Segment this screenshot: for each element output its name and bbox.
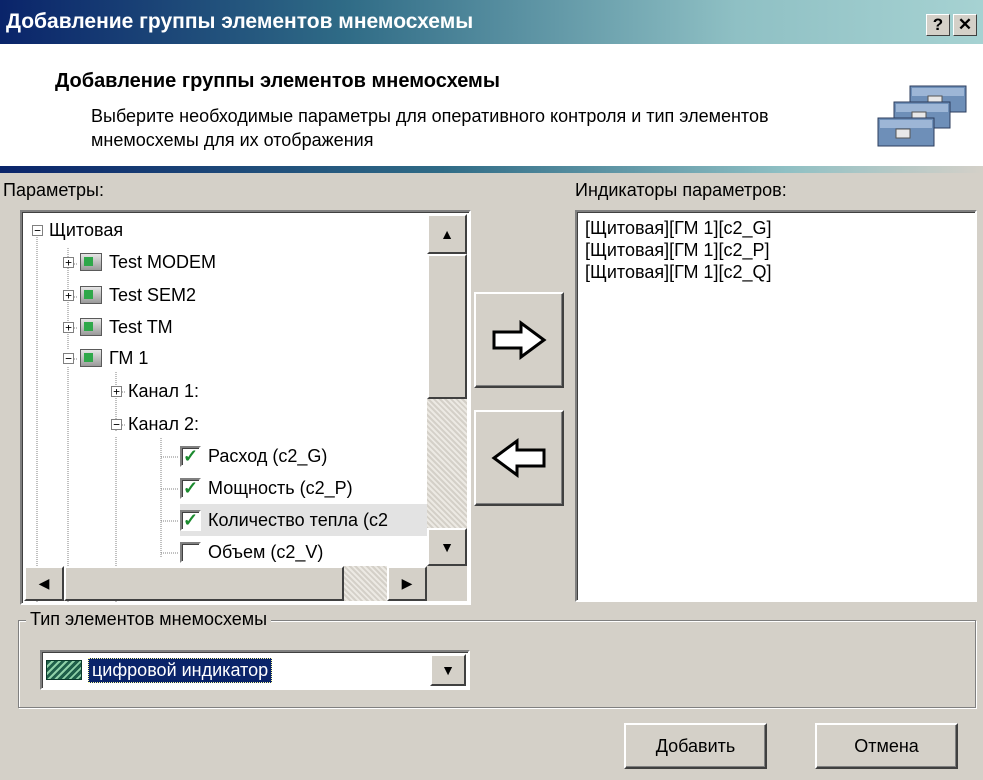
scroll-right-button[interactable]: ▶ [387, 566, 427, 601]
close-button[interactable]: ✕ [953, 14, 977, 36]
element-type-legend: Тип элементов мнемосхемы [26, 609, 272, 630]
arrow-right-icon: ▶ [401, 575, 413, 591]
indicator-item[interactable]: [Щитовая][ГМ 1][c2_G] [585, 218, 771, 239]
arrow-right-icon [492, 320, 547, 360]
tree-node-label: Test TM [109, 316, 173, 337]
arrow-left-icon: ◀ [38, 575, 50, 591]
indicators-list[interactable]: [Щитовая][ГМ 1][c2_G] [Щитовая][ГМ 1][c2… [575, 210, 977, 602]
param-checkbox-checked[interactable]: ✓ [180, 477, 201, 499]
help-button[interactable]: ? [926, 14, 950, 36]
tree-node-label: Канал 1: [128, 380, 199, 401]
element-type-selected: цифровой индикатор [46, 657, 273, 683]
collapse-icon[interactable]: − [63, 352, 74, 364]
tree-node-device[interactable]: + Test MODEM [63, 246, 216, 278]
indicators-logo-icon [877, 85, 967, 147]
expand-icon[interactable]: + [63, 289, 74, 301]
tree-node-label: Объем (c2_V) [208, 541, 324, 562]
vertical-scroll-thumb[interactable] [427, 254, 467, 399]
indicators-label: Индикаторы параметров: [575, 180, 787, 200]
param-checkbox-checked[interactable]: ✓ [180, 445, 201, 467]
tree-node-label: Количество тепла (c2 [208, 509, 388, 530]
tree-node-channel[interactable]: − Канал 2: [111, 408, 199, 440]
remove-from-indicators-button[interactable] [474, 410, 564, 506]
wizard-header: Добавление группы элементов мнемосхемы В… [0, 44, 983, 166]
tree-node-label: Мощность (c2_P) [208, 477, 353, 498]
param-checkbox-checked[interactable]: ✓ [180, 509, 201, 531]
add-to-indicators-button[interactable] [474, 292, 564, 388]
tree-node-label: Щитовая [49, 219, 124, 240]
add-button[interactable]: Добавить [624, 723, 767, 769]
arrow-down-icon: ▼ [440, 539, 454, 555]
arrow-up-icon: ▲ [440, 226, 454, 242]
expand-icon[interactable]: + [63, 256, 74, 268]
tree-node-label: ГМ 1 [109, 347, 149, 368]
tree-node-device[interactable]: − ГМ 1 [63, 342, 148, 374]
tree-node-label: Test MODEM [109, 251, 217, 272]
collapse-icon[interactable]: − [111, 418, 122, 430]
device-icon [80, 253, 102, 271]
chevron-down-icon: ▼ [441, 662, 455, 678]
indicator-item[interactable]: [Щитовая][ГМ 1][c2_P] [585, 240, 769, 261]
tree-node-param[interactable]: ✓ Мощность (c2_P) [180, 472, 353, 504]
scroll-left-button[interactable]: ◀ [24, 566, 64, 601]
tree-node-channel[interactable]: + Канал 1: [111, 375, 199, 407]
device-icon [80, 349, 102, 367]
tree-node-label: Test SEM2 [109, 284, 197, 305]
dropdown-button[interactable]: ▼ [430, 654, 466, 686]
arrow-left-icon [491, 438, 546, 478]
tree-node-root[interactable]: − Щитовая [32, 214, 123, 246]
element-type-value: цифровой индикатор [88, 657, 273, 683]
tree-node-param[interactable]: ✓ Расход (c2_G) [180, 440, 327, 472]
tree-node-label: Расход (c2_G) [208, 445, 328, 466]
digital-indicator-icon [46, 660, 82, 680]
expand-icon[interactable]: + [63, 321, 74, 333]
collapse-icon[interactable]: − [32, 224, 43, 236]
header-description: Выберите необходимые параметры для опера… [91, 106, 769, 150]
scroll-up-button[interactable]: ▲ [427, 214, 467, 254]
params-label: Параметры: [3, 180, 104, 200]
horizontal-scroll-thumb[interactable] [64, 566, 344, 601]
header-divider [0, 166, 983, 173]
device-icon [80, 318, 102, 336]
param-checkbox-unchecked[interactable] [180, 541, 201, 563]
expand-icon[interactable]: + [111, 385, 122, 397]
scrollbar-corner [427, 566, 467, 601]
device-icon [80, 286, 102, 304]
header-title: Добавление группы элементов мнемосхемы [55, 70, 500, 92]
tree-node-device[interactable]: + Test SEM2 [63, 279, 196, 311]
cancel-button[interactable]: Отмена [815, 723, 958, 769]
title-bar: Добавление группы элементов мнемосхемы ?… [0, 0, 983, 44]
element-type-select[interactable]: цифровой индикатор ▼ [40, 650, 470, 690]
tree-node-param-selected[interactable]: ✓ Количество тепла (c2 [180, 504, 430, 536]
window-title: Добавление группы элементов мнемосхемы [6, 10, 474, 33]
tree-node-label: Канал 2: [128, 413, 199, 434]
tree-node-param[interactable]: Объем (c2_V) [180, 536, 323, 568]
scroll-down-button[interactable]: ▼ [427, 528, 467, 566]
params-tree[interactable]: − Щитовая + Test MODEM + Test SEM2 + Tes… [20, 210, 471, 605]
tree-node-device[interactable]: + Test TM [63, 311, 173, 343]
indicator-item[interactable]: [Щитовая][ГМ 1][c2_Q] [585, 262, 771, 283]
